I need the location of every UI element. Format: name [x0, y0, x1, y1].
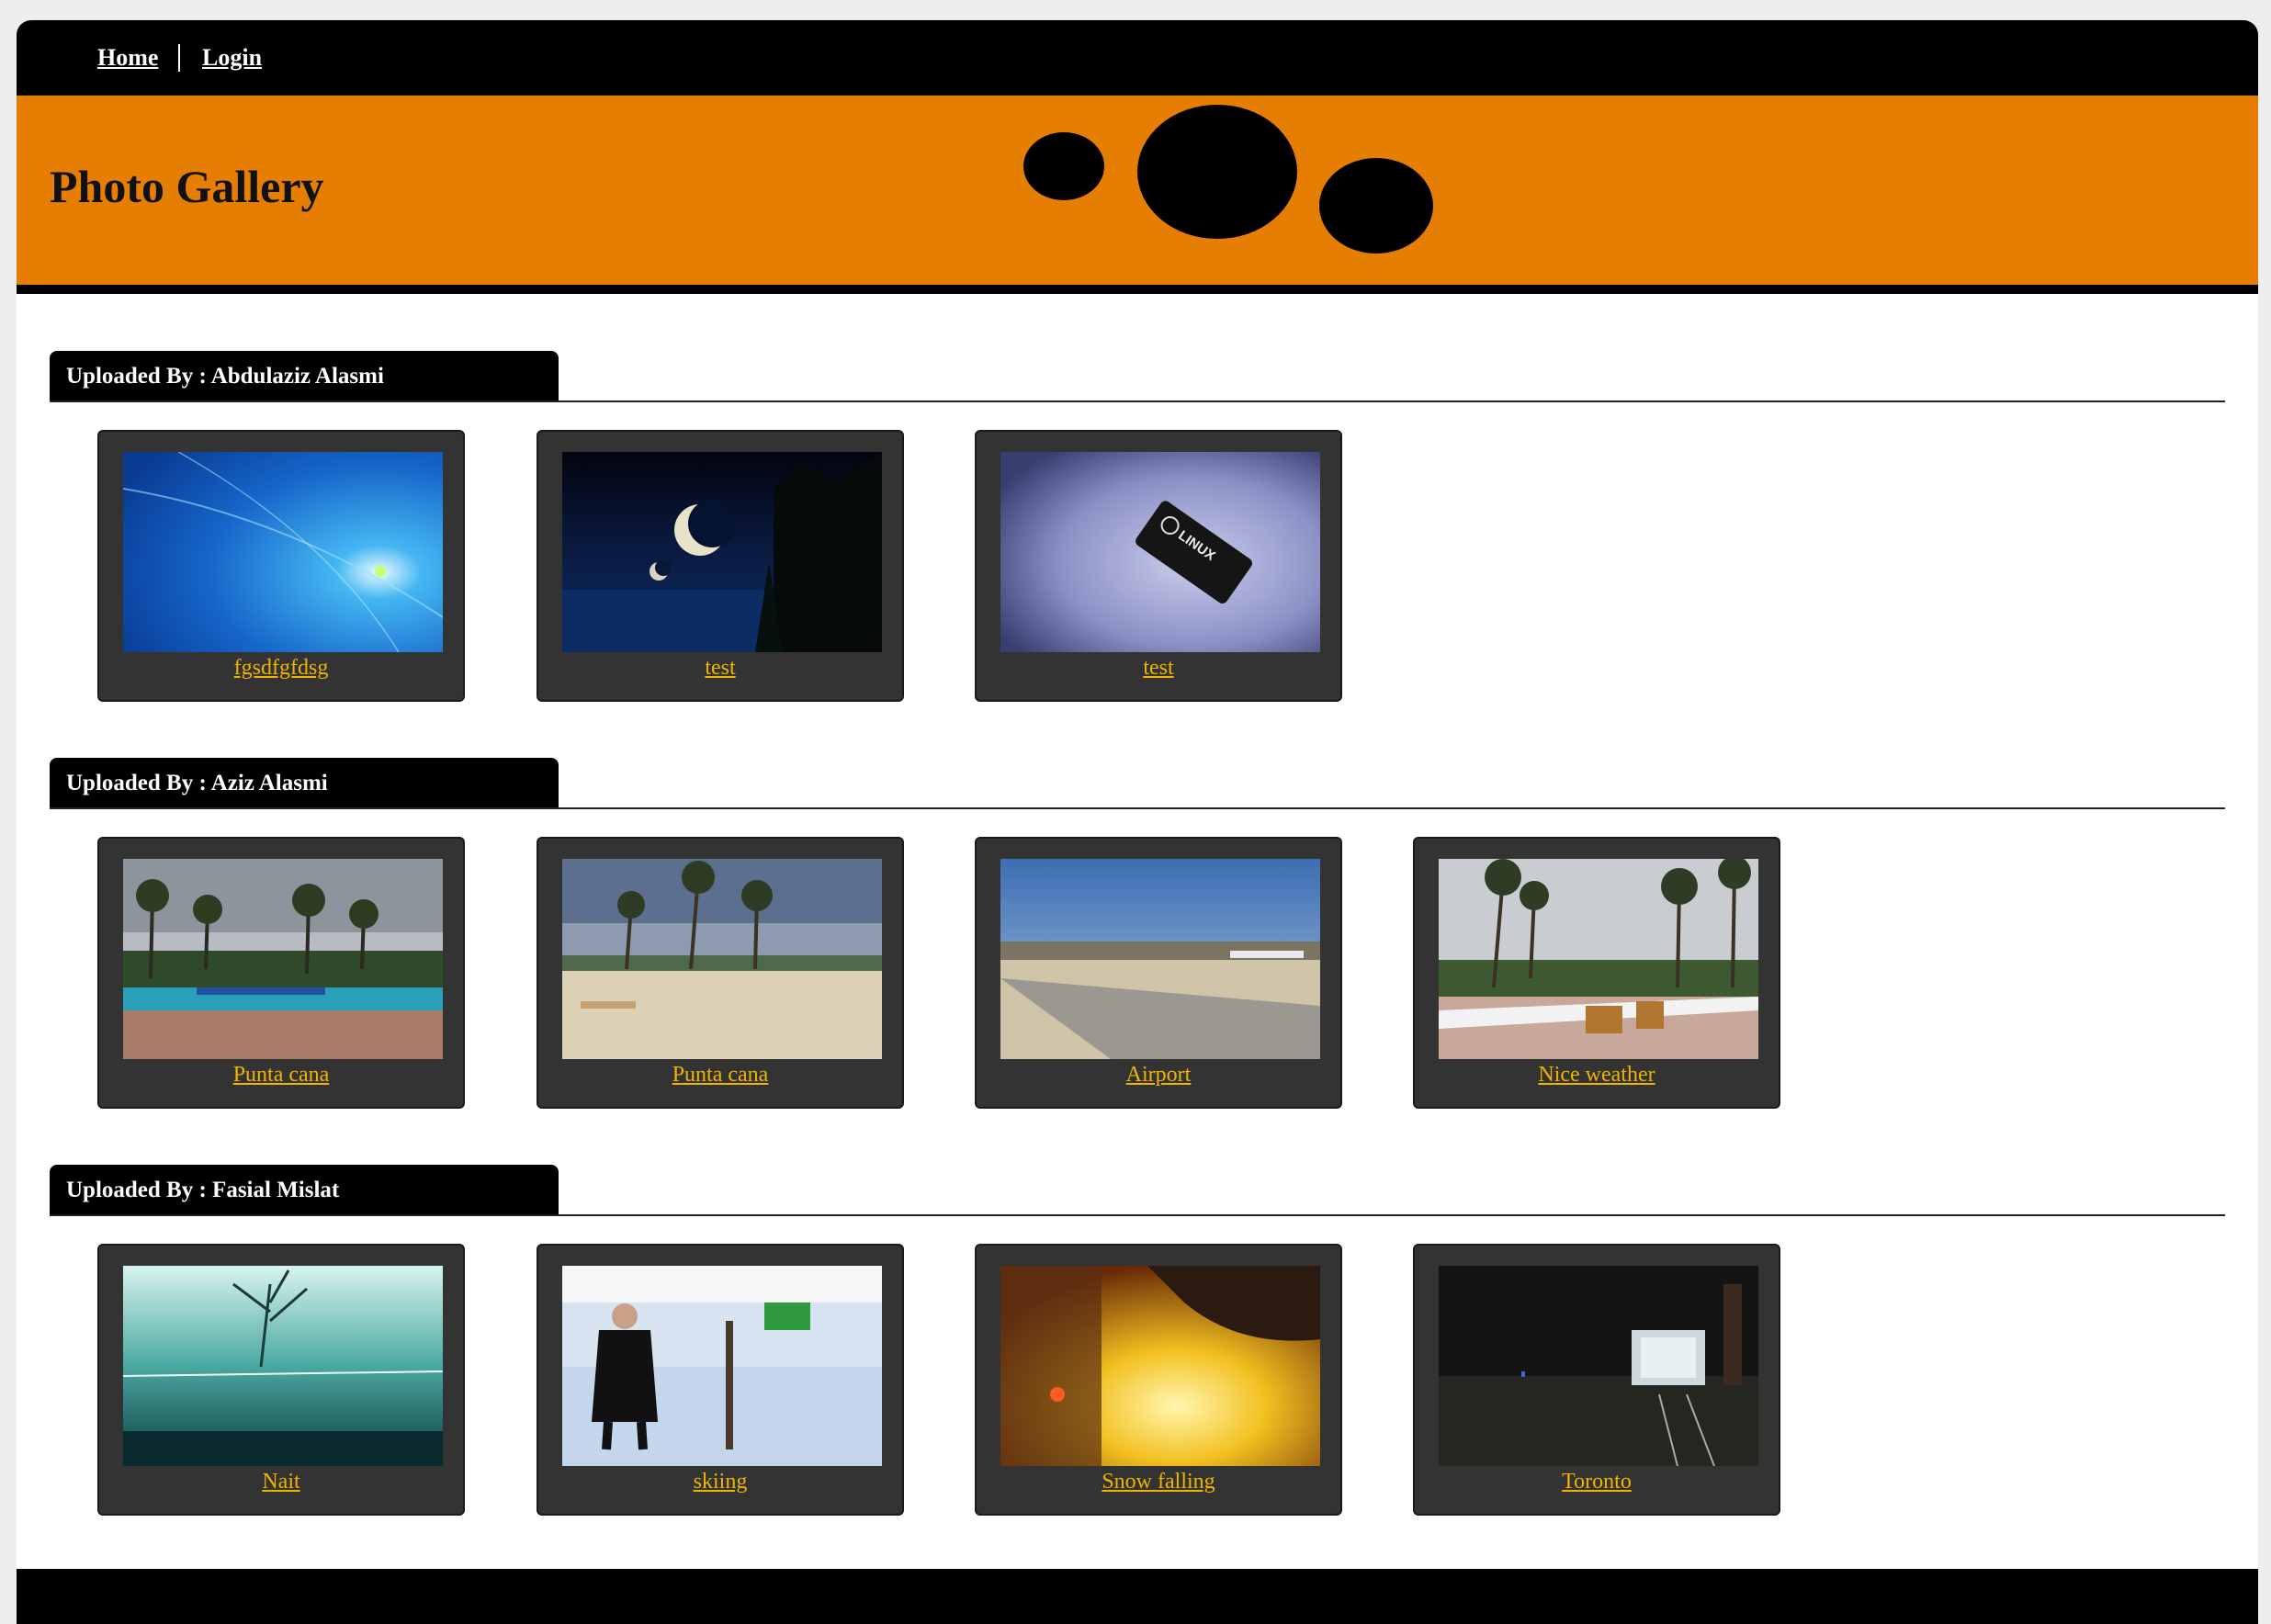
section-heading: Uploaded By : Fasial Mislat	[50, 1165, 559, 1216]
photo-thumbnail[interactable]	[123, 1266, 443, 1466]
photo-caption-link[interactable]: skiing	[538, 1470, 902, 1494]
uploader-section: Uploaded By : Abdulaziz Alasmi fgsdfgfds…	[50, 351, 2225, 718]
photo-thumbnail[interactable]	[562, 859, 882, 1059]
decorative-circle-medium	[1319, 158, 1433, 254]
photo-thumbnail[interactable]	[1000, 859, 1320, 1059]
section-heading: Uploaded By : Aziz Alasmi	[50, 758, 559, 809]
photo-thumbnail[interactable]	[562, 452, 882, 652]
section-divider	[50, 400, 2225, 402]
banner-divider	[17, 285, 2258, 294]
uploader-section: Uploaded By : Aziz Alasmi Punta cana Pun…	[50, 758, 2225, 1125]
nav-login-link[interactable]: Login	[202, 44, 262, 72]
photo-card[interactable]: test	[537, 430, 904, 702]
section-heading: Uploaded By : Abdulaziz Alasmi	[50, 351, 559, 402]
photo-card[interactable]: Nait	[97, 1244, 465, 1516]
photo-caption-link[interactable]: test	[538, 656, 902, 681]
decorative-circle-small	[1023, 132, 1104, 200]
uploader-section: Uploaded By : Fasial Mislat Nait skiing …	[50, 1165, 2225, 1532]
photo-thumbnail[interactable]	[123, 452, 443, 652]
photo-caption-link[interactable]: Punta cana	[538, 1063, 902, 1088]
photo-card[interactable]: Punta cana	[537, 837, 904, 1109]
photo-caption-link[interactable]: test	[977, 656, 1340, 681]
section-divider	[50, 807, 2225, 809]
photo-caption-link[interactable]: Nait	[99, 1470, 463, 1494]
header-banner: Photo Gallery	[17, 96, 2258, 285]
photo-thumbnail[interactable]	[1439, 1266, 1758, 1466]
photo-thumbnail[interactable]	[562, 1266, 882, 1466]
photo-caption-link[interactable]: fgsdfgfdsg	[99, 656, 463, 681]
page: Home Login Photo Gallery Uploaded By : A…	[17, 20, 2258, 1624]
photo-card[interactable]: Airport	[975, 837, 1342, 1109]
decorative-circle-large	[1137, 105, 1297, 239]
photo-thumbnail[interactable]	[123, 859, 443, 1059]
photo-card[interactable]: Nice weather	[1413, 837, 1780, 1109]
photo-thumbnail[interactable]: LINUX	[1000, 452, 1320, 652]
photo-caption-link[interactable]: Nice weather	[1415, 1063, 1779, 1088]
section-divider	[50, 1214, 2225, 1216]
photo-card[interactable]: skiing	[537, 1244, 904, 1516]
photo-card[interactable]: Punta cana	[97, 837, 465, 1109]
photo-card[interactable]: LINUX test	[975, 430, 1342, 702]
photo-thumbnail[interactable]	[1000, 1266, 1320, 1466]
photo-caption-link[interactable]: Airport	[977, 1063, 1340, 1088]
photo-thumbnail[interactable]	[1439, 859, 1758, 1059]
photo-card[interactable]: Toronto	[1413, 1244, 1780, 1516]
top-nav: Home Login	[17, 20, 2258, 96]
page-title: Photo Gallery	[50, 161, 324, 212]
photo-card[interactable]: fgsdfgfdsg	[97, 430, 465, 702]
photo-caption-link[interactable]: Punta cana	[99, 1063, 463, 1088]
photo-card[interactable]: Snow falling	[975, 1244, 1342, 1516]
photo-caption-link[interactable]: Toronto	[1415, 1470, 1779, 1494]
nav-home-link[interactable]: Home	[97, 44, 158, 72]
nav-separator	[178, 44, 180, 72]
footer	[17, 1569, 2258, 1624]
photo-caption-link[interactable]: Snow falling	[977, 1470, 1340, 1494]
